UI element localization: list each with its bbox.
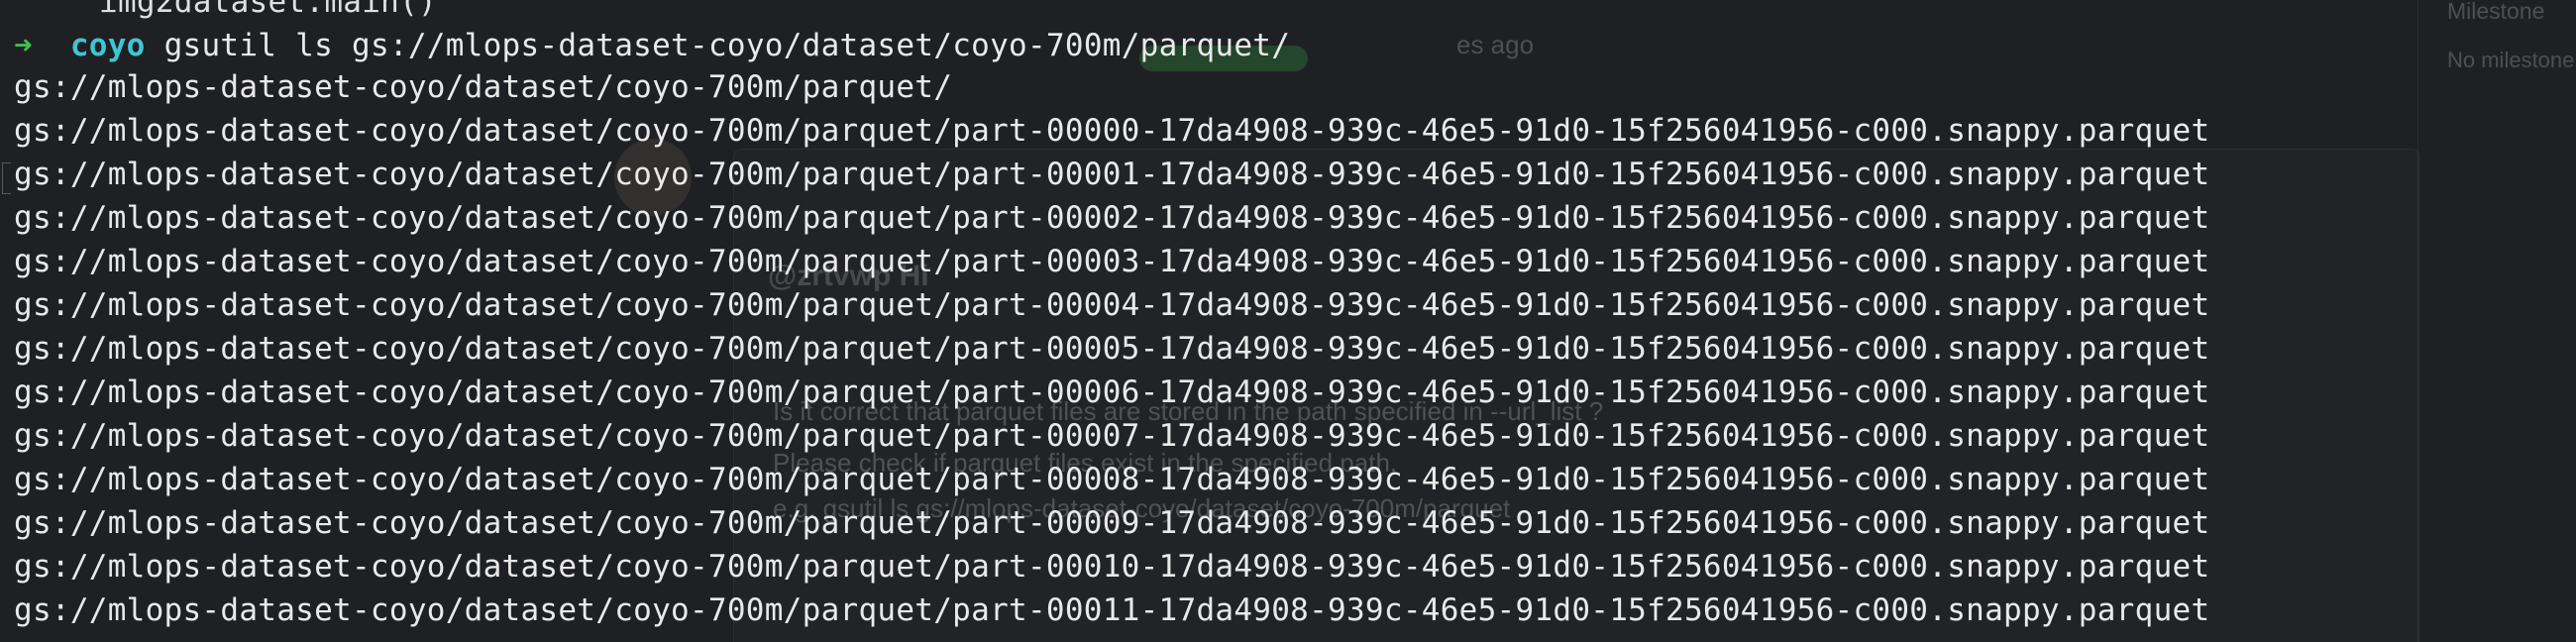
terminal-screenshot: Milestone No milestone es ago @zrtvwp Hi… — [0, 0, 2576, 642]
output-line: gs://mlops-dataset-coyo/dataset/coyo-700… — [14, 418, 2210, 454]
output-line: gs://mlops-dataset-coyo/dataset/coyo-700… — [14, 113, 2210, 149]
terminal-output[interactable]: img2dataset.main() ➜ coyo gsutil ls gs:/… — [0, 0, 2576, 642]
output-line: gs://mlops-dataset-coyo/dataset/coyo-700… — [14, 69, 953, 105]
output-line: gs://mlops-dataset-coyo/dataset/coyo-700… — [14, 592, 2210, 628]
output-line: gs://mlops-dataset-coyo/dataset/coyo-700… — [14, 331, 2210, 367]
output-line: gs://mlops-dataset-coyo/dataset/coyo-700… — [14, 244, 2210, 279]
output-line: gs://mlops-dataset-coyo/dataset/coyo-700… — [14, 287, 2210, 323]
output-line: gs://mlops-dataset-coyo/dataset/coyo-700… — [14, 462, 2210, 497]
output-line: gs://mlops-dataset-coyo/dataset/coyo-700… — [14, 505, 2210, 541]
output-line: gs://mlops-dataset-coyo/dataset/coyo-700… — [14, 157, 2210, 192]
output-line: gs://mlops-dataset-coyo/dataset/coyo-700… — [14, 374, 2210, 410]
previous-output-line: img2dataset.main() — [99, 0, 437, 20]
command-text: gsutil ls gs://mlops-dataset-coyo/datase… — [163, 28, 1291, 63]
output-line: gs://mlops-dataset-coyo/dataset/coyo-700… — [14, 200, 2210, 236]
prompt-arrow-icon: ➜ — [14, 28, 33, 63]
command-prompt-line[interactable]: ➜ coyo gsutil ls gs://mlops-dataset-coyo… — [14, 24, 1290, 67]
selection-marker — [2, 162, 11, 194]
output-line: gs://mlops-dataset-coyo/dataset/coyo-700… — [14, 549, 2210, 585]
prompt-directory: coyo — [69, 28, 146, 63]
